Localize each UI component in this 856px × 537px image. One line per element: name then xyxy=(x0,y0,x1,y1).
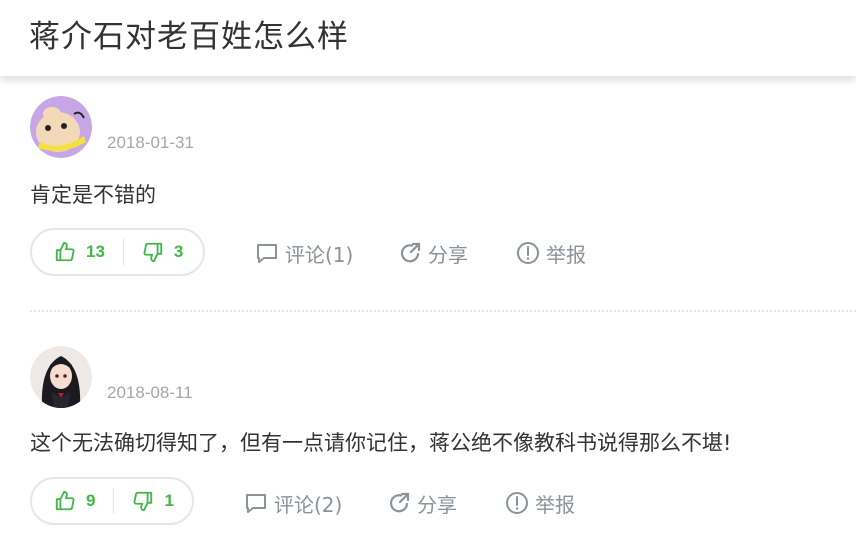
share-label: 分享 xyxy=(428,242,468,267)
report-label: 举报 xyxy=(535,492,575,517)
vote-separator xyxy=(113,488,115,514)
answer-date: 2018-01-31 xyxy=(107,133,194,152)
report-button[interactable]: 举报 xyxy=(505,490,575,517)
comment-icon xyxy=(257,244,277,263)
upvote-button[interactable]: 9 xyxy=(32,479,95,523)
downvote-button[interactable]: 3 xyxy=(142,230,183,274)
page-title: 蒋介石对老百姓怎么样 xyxy=(29,19,349,55)
comment-button[interactable]: 评论(1) xyxy=(255,240,354,267)
avatar[interactable] xyxy=(30,346,92,408)
page-header: 蒋介石对老百姓怎么样 xyxy=(0,0,856,76)
comment-label: 评论(1) xyxy=(285,242,354,267)
share-button[interactable]: 分享 xyxy=(387,490,457,517)
downvote-button[interactable]: 1 xyxy=(132,479,174,523)
report-label: 举报 xyxy=(546,242,586,267)
report-icon xyxy=(517,242,539,264)
downvote-count: 3 xyxy=(173,242,184,261)
share-label: 分享 xyxy=(417,492,457,517)
upvote-count: 9 xyxy=(86,491,96,510)
avatar[interactable] xyxy=(30,96,92,158)
comment-icon xyxy=(246,494,266,513)
username[interactable]: ██████ xyxy=(107,348,181,372)
thumbs-down-icon xyxy=(143,242,163,263)
divider xyxy=(30,310,856,312)
thumbs-down-icon xyxy=(134,491,153,512)
thumbs-up-icon xyxy=(55,241,75,262)
answer-content: 肯定是不错的 xyxy=(30,183,156,207)
upvote-button[interactable]: 13 xyxy=(32,230,105,274)
comment-button[interactable]: 评论(2) xyxy=(244,490,343,517)
upvote-count: 13 xyxy=(86,242,105,261)
answer-content: 这个无法确切得知了，但有一点请你记住，蒋公绝不像教科书说得那么不堪! xyxy=(30,431,732,455)
username[interactable]: ██████ ████ xyxy=(107,98,235,122)
thumbs-up-icon xyxy=(55,490,75,511)
vote-box: 13 3 xyxy=(30,228,205,276)
share-button[interactable]: 分享 xyxy=(398,240,468,267)
share-icon xyxy=(389,492,410,513)
answer-date: 2018-08-11 xyxy=(107,383,193,402)
comment-label: 评论(2) xyxy=(274,492,343,517)
report-icon xyxy=(506,492,528,514)
report-button[interactable]: 举报 xyxy=(516,240,586,267)
vote-separator xyxy=(122,239,124,265)
downvote-count: 1 xyxy=(164,491,174,510)
vote-box: 9 1 xyxy=(30,477,194,525)
share-icon xyxy=(400,242,421,263)
